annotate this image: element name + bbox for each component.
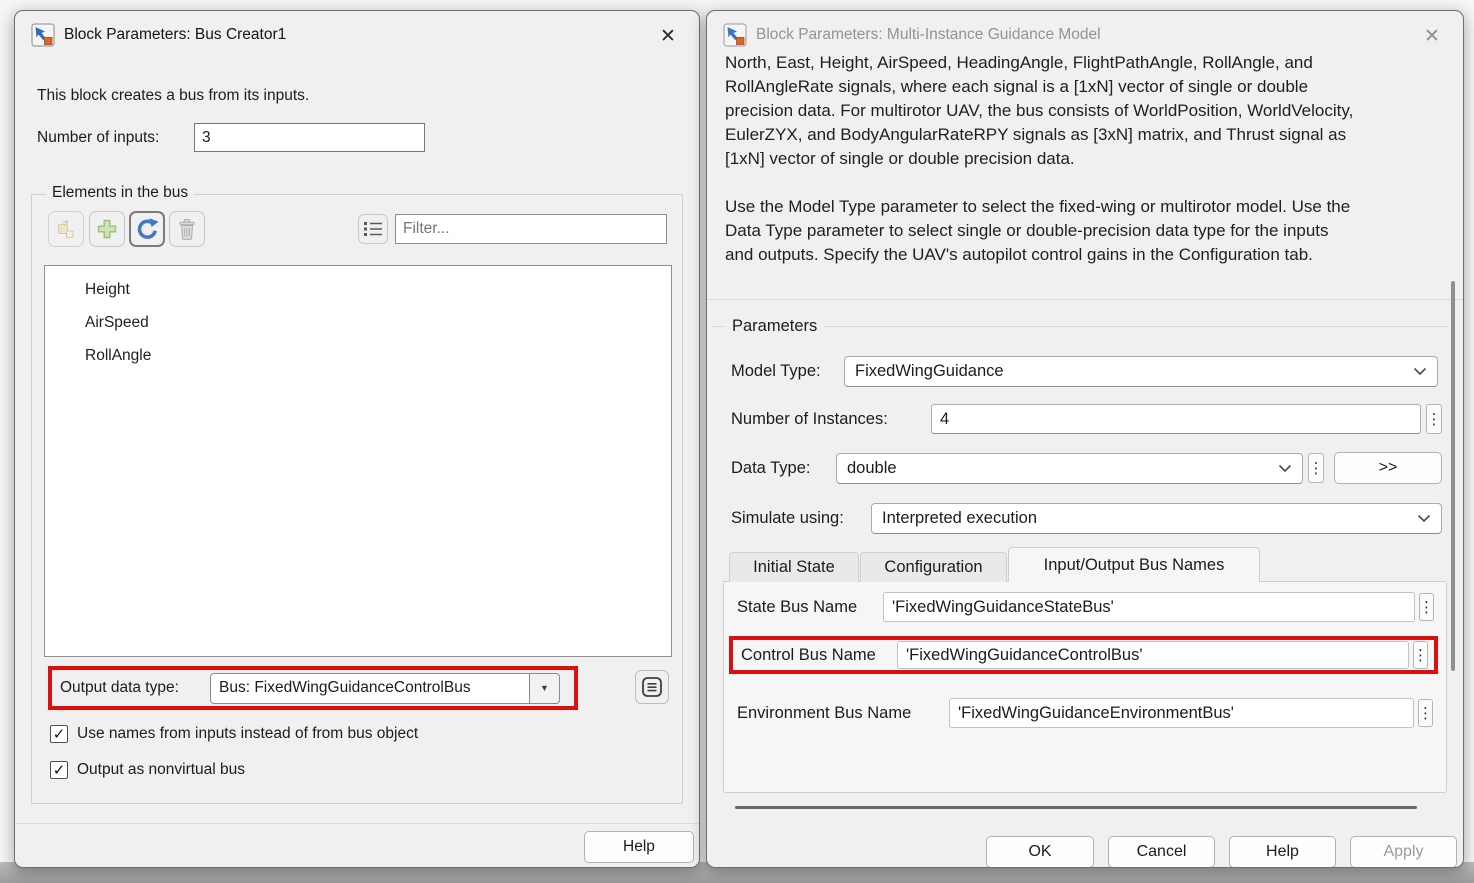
control-bus-name-highlight: Control Bus Name ⋮ — [729, 636, 1438, 674]
number-of-inputs-field[interactable] — [194, 123, 425, 152]
tab-configuration[interactable]: Configuration — [860, 552, 1007, 582]
nonvirtual-checkbox-row[interactable]: ✓ Output as nonvirtual bus — [50, 761, 245, 779]
nonvirtual-checkbox-label: Output as nonvirtual bus — [77, 761, 245, 779]
model-type-label: Model Type: — [731, 356, 821, 387]
expand-button[interactable]: >> — [1334, 452, 1442, 484]
add-element-button[interactable] — [89, 211, 125, 247]
ok-button[interactable]: OK — [986, 836, 1094, 868]
help-button[interactable]: Help — [584, 831, 694, 863]
simulink-block-icon — [31, 23, 55, 47]
output-data-type-label: Output data type: — [52, 679, 210, 697]
state-bus-options-button[interactable]: ⋮ — [1419, 593, 1434, 621]
control-bus-options-button[interactable]: ⋮ — [1413, 641, 1428, 669]
bus-creator-dialog: Block Parameters: Bus Creator1 ✕ This bl… — [14, 10, 700, 868]
list-view-button[interactable] — [358, 214, 388, 244]
environment-bus-name-label: Environment Bus Name — [737, 698, 911, 729]
block-description: This block creates a bus from its inputs… — [37, 81, 309, 111]
data-type-label: Data Type: — [731, 453, 811, 484]
data-type-options-button[interactable]: ⋮ — [1308, 453, 1324, 483]
simulate-using-value: Interpreted execution — [882, 509, 1417, 528]
simulate-using-label: Simulate using: — [731, 503, 844, 534]
description-line: North, East, Height, AirSpeed, HeadingAn… — [725, 51, 1443, 75]
parameters-group: Parameters — [713, 317, 1449, 336]
output-data-type-value: Bus: FixedWingGuidanceControlBus — [210, 673, 529, 704]
parameters-group-label: Parameters — [725, 317, 824, 336]
description-line: precision data. For multirotor UAV, the … — [725, 99, 1443, 123]
dialog-title: Block Parameters: Bus Creator1 — [64, 26, 286, 44]
description-paragraph-1: North, East, Height, AirSpeed, HeadingAn… — [725, 51, 1443, 171]
help-button[interactable]: Help — [1229, 836, 1336, 868]
bus-elements-list[interactable]: Height AirSpeed RollAngle — [44, 265, 672, 657]
bulleted-list-icon — [363, 220, 383, 238]
simulink-block-icon — [723, 23, 747, 47]
menu-lines-icon — [641, 676, 663, 698]
description-line: [1xN] vector of single or double precisi… — [725, 147, 1443, 171]
checkbox-checked-icon[interactable]: ✓ — [50, 725, 68, 743]
elements-group-title: Elements in the bus — [46, 184, 194, 202]
connect-element-button[interactable] — [48, 211, 84, 247]
number-of-instances-label: Number of Instances: — [731, 404, 888, 435]
control-bus-name-label: Control Bus Name — [733, 646, 897, 665]
model-type-value: FixedWingGuidance — [855, 362, 1413, 381]
environment-bus-options-button[interactable]: ⋮ — [1418, 699, 1433, 727]
description-line: and outputs. Specify the UAV's autopilot… — [725, 243, 1443, 267]
cancel-button[interactable]: Cancel — [1108, 836, 1215, 868]
tab-initial-state[interactable]: Initial State — [729, 552, 859, 582]
state-bus-name-field[interactable] — [883, 592, 1415, 622]
model-type-select[interactable]: FixedWingGuidance — [844, 356, 1438, 387]
control-bus-name-field[interactable] — [897, 641, 1409, 669]
simulate-using-select[interactable]: Interpreted execution — [871, 503, 1442, 534]
refresh-icon — [135, 217, 160, 242]
bus-creator-titlebar[interactable]: Block Parameters: Bus Creator1 — [15, 11, 699, 59]
list-item[interactable]: Height — [45, 273, 671, 306]
plus-icon — [96, 218, 118, 240]
list-item[interactable]: AirSpeed — [45, 306, 671, 339]
chevron-down-icon — [1417, 514, 1431, 523]
description-line: Data Type parameter to select single or … — [725, 219, 1443, 243]
close-icon[interactable]: ✕ — [1419, 23, 1445, 49]
data-type-select[interactable]: double — [836, 453, 1303, 484]
number-of-instances-options-button[interactable]: ⋮ — [1426, 404, 1442, 434]
elements-groupbox: Elements in the bus — [31, 194, 683, 804]
environment-bus-name-field[interactable] — [949, 698, 1414, 728]
filter-input[interactable] — [395, 214, 667, 244]
guidance-model-dialog: Block Parameters: Multi-Instance Guidanc… — [706, 10, 1464, 868]
checkbox-checked-icon[interactable]: ✓ — [50, 761, 68, 779]
list-item[interactable]: RollAngle — [45, 339, 671, 372]
delete-element-button[interactable] — [169, 211, 205, 247]
section-divider — [707, 299, 1464, 300]
footer-divider — [15, 823, 700, 824]
dropdown-arrow-icon[interactable]: ▼ — [529, 673, 560, 704]
trash-icon — [177, 218, 197, 240]
use-names-checkbox-label: Use names from inputs instead of from bu… — [77, 725, 418, 743]
chevron-down-icon — [1278, 464, 1292, 473]
number-of-inputs-label: Number of inputs: — [37, 123, 159, 153]
description-line: RollAngleRate signals, where each signal… — [725, 75, 1443, 99]
data-type-assistant-button[interactable] — [635, 670, 669, 704]
use-names-checkbox-row[interactable]: ✓ Use names from inputs instead of from … — [50, 725, 418, 743]
connect-element-icon — [55, 218, 77, 240]
output-data-type-highlight: Output data type: Bus: FixedWingGuidance… — [48, 666, 578, 710]
state-bus-name-label: State Bus Name — [737, 592, 857, 623]
group-line — [713, 326, 725, 327]
close-icon[interactable]: ✕ — [655, 23, 681, 49]
description-line: EulerZYX, and BodyAngularRateRPY signals… — [725, 123, 1443, 147]
footer-separator — [735, 806, 1417, 809]
group-line — [824, 326, 1449, 327]
output-data-type-combo[interactable]: Bus: FixedWingGuidanceControlBus ▼ — [210, 673, 560, 704]
refresh-button[interactable] — [129, 211, 165, 247]
number-of-instances-field[interactable] — [931, 404, 1421, 434]
tab-input-output-bus-names[interactable]: Input/Output Bus Names — [1008, 547, 1260, 582]
description-line: Use the Model Type parameter to select t… — [725, 195, 1443, 219]
description-paragraph-2: Use the Model Type parameter to select t… — [725, 195, 1443, 267]
apply-button[interactable]: Apply — [1350, 836, 1457, 868]
data-type-value: double — [847, 459, 1278, 478]
chevron-down-icon — [1413, 367, 1427, 376]
dialog-title: Block Parameters: Multi-Instance Guidanc… — [756, 26, 1101, 44]
scrollbar-thumb[interactable] — [1451, 281, 1455, 671]
